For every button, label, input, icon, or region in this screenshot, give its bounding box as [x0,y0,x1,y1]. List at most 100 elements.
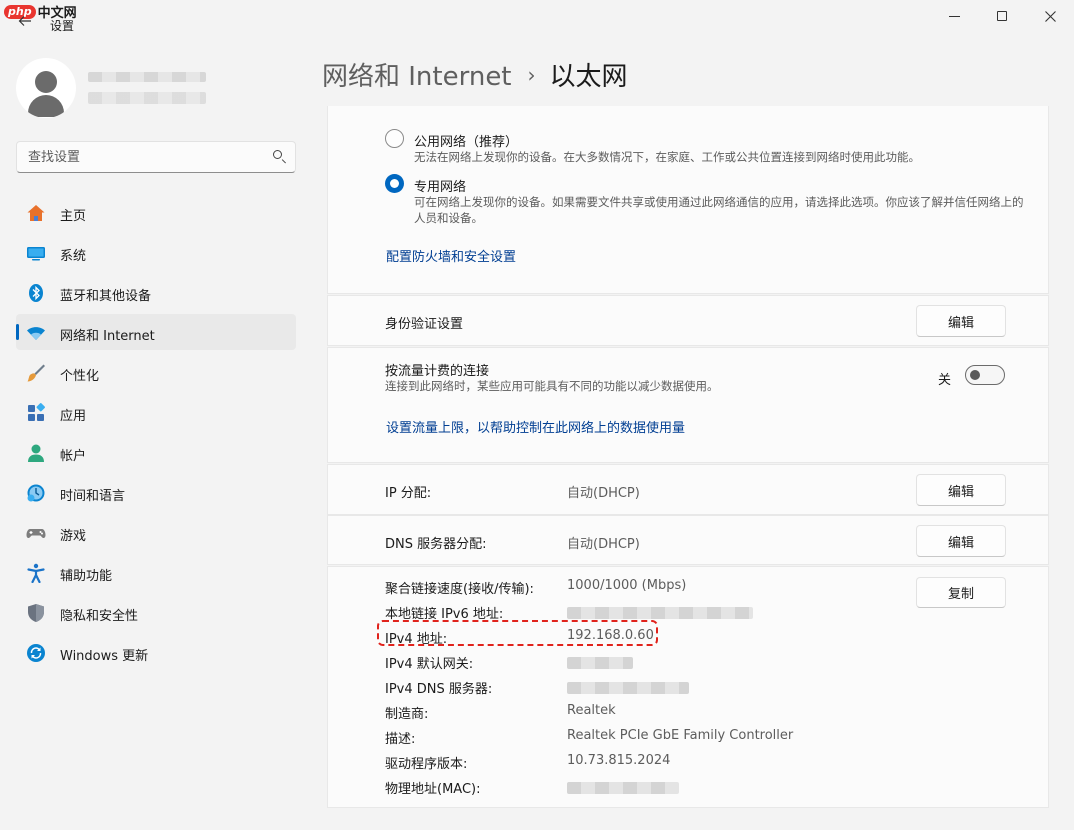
connection-details-card: 复制 聚合链接速度(接收/传输): 1000/1000 (Mbps) 本地链接 … [327,566,1049,808]
search-input[interactable] [28,149,273,165]
sidebar-item-label: 主页 [60,209,87,224]
auth-settings-label: 身份验证设置 [385,317,464,332]
shield-icon [28,604,44,622]
close-icon [1044,10,1056,22]
sidebar-item-time-language[interactable]: 时间和语言 [16,474,296,510]
close-button[interactable] [1026,0,1074,32]
public-network-desc: 无法在网络上发现你的设备。在大多数情况下，在家庭、工作或公共位置连接到网络时使用… [414,150,920,164]
window-controls [930,0,1074,32]
clock-globe-icon [27,484,45,502]
sidebar-item-apps[interactable]: 应用 [16,394,296,430]
ip-edit-button[interactable]: 编辑 [916,474,1006,506]
ip-assignment-card: IP 分配: 自动(DHCP) 编辑 [327,464,1049,515]
public-network-title: 公用网络（推荐） [414,135,519,150]
sidebar-item-label: 隐私和安全性 [60,609,139,624]
gamepad-icon [26,529,46,538]
bluetooth-icon [29,284,43,302]
minimize-button[interactable] [930,0,978,32]
detail-value-description: Realtek PCIe GbE Family Controller [567,728,794,743]
arrow-left-icon [18,16,31,26]
detail-label-link-speed: 聚合链接速度(接收/传输): [385,582,534,597]
dns-assignment-card: DNS 服务器分配: 自动(DHCP) 编辑 [327,515,1049,565]
detail-label-mac: 物理地址(MAC): [385,782,481,797]
private-network-desc: 可在网络上发现你的设备。如果需要文件共享或使用通过此网络通信的应用，请选择此选项… [414,195,1024,225]
detail-value-mac-redacted [567,782,679,794]
sidebar-item-label: Windows 更新 [60,649,149,664]
copy-button[interactable]: 复制 [916,577,1006,608]
maximize-button[interactable] [978,0,1026,32]
apps-icon [28,403,45,421]
public-network-radio[interactable] [385,129,404,148]
metered-connection-toggle[interactable] [965,365,1005,385]
dns-edit-button[interactable]: 编辑 [916,525,1006,557]
brush-icon [27,364,45,382]
sidebar-item-privacy[interactable]: 隐私和安全性 [16,594,296,630]
sidebar-item-label: 个性化 [60,369,100,384]
ip-assignment-label: IP 分配: [385,486,432,501]
settings-search[interactable] [16,141,296,173]
sidebar-item-gaming[interactable]: 游戏 [16,514,296,550]
auth-edit-button[interactable]: 编辑 [916,305,1006,337]
detail-value-manufacturer: Realtek [567,703,616,718]
user-name-redacted [88,72,206,82]
detail-label-dns-servers: IPv4 DNS 服务器: [385,682,493,697]
sidebar-item-label: 网络和 Internet [60,329,155,344]
detail-value-ipv6-redacted [567,607,753,619]
sidebar-item-home[interactable]: 主页 [16,194,296,230]
sidebar-item-system[interactable]: 系统 [16,234,296,270]
account-icon [28,444,44,462]
private-network-title: 专用网络 [414,180,467,195]
update-icon [27,644,45,662]
sidebar-item-personalization[interactable]: 个性化 [16,354,296,390]
sidebar-item-label: 游戏 [60,529,87,544]
detail-value-dns-redacted [567,682,689,694]
sidebar-item-bluetooth[interactable]: 蓝牙和其他设备 [16,274,296,310]
network-profile-card: 公用网络（推荐） 无法在网络上发现你的设备。在大多数情况下，在家庭、工作或公共位… [327,106,1049,294]
breadcrumb-parent[interactable]: 网络和 Internet [322,56,512,93]
detail-value-link-speed: 1000/1000 (Mbps) [567,578,687,593]
avatar[interactable] [16,58,76,118]
minimize-icon [948,15,960,17]
sidebar-item-label: 系统 [60,249,87,264]
metered-toggle-state: 关 [938,373,952,388]
home-icon [27,205,45,221]
data-limit-link[interactable]: 设置流量上限，以帮助控制在此网络上的数据使用量 [386,417,685,436]
wifi-icon [27,327,45,340]
toggle-knob [970,370,980,380]
search-icon[interactable] [273,150,287,164]
sidebar-item-accessibility[interactable]: 辅助功能 [16,554,296,590]
authentication-settings-card: 身份验证设置 编辑 [327,295,1049,346]
breadcrumb-separator: › [527,62,536,87]
page-title: 以太网 [549,62,628,92]
system-icon [27,247,45,261]
sidebar-item-label: 帐户 [60,449,87,464]
dns-assignment-value: 自动(DHCP) [567,537,640,552]
sidebar-item-network[interactable]: 网络和 Internet [16,314,296,350]
app-title: 设置 [50,19,75,33]
accessibility-icon [27,563,45,583]
sidebar-item-label: 蓝牙和其他设备 [60,289,152,304]
sidebar-item-accounts[interactable]: 帐户 [16,434,296,470]
user-email-redacted [88,92,206,104]
detail-value-gateway-redacted [567,657,633,669]
metered-connection-label: 按流量计费的连接 [385,364,490,379]
maximize-icon [997,11,1007,21]
sidebar-item-windows-update[interactable]: Windows 更新 [16,634,296,670]
sidebar-item-label: 时间和语言 [60,489,126,504]
detail-label-gateway: IPv4 默认网关: [385,657,474,672]
private-network-radio[interactable] [385,174,404,193]
detail-label-manufacturer: 制造商: [385,707,429,722]
dns-assignment-label: DNS 服务器分配: [385,537,487,552]
avatar-head [35,71,57,93]
sidebar-item-label: 辅助功能 [60,569,113,584]
avatar-body [28,95,64,117]
ipv4-highlight-annotation [377,620,658,646]
ip-assignment-value: 自动(DHCP) [567,486,640,501]
sidebar-nav: 主页 系统 蓝牙和其他设备 网络和 Internet 个性化 应用 帐户 时间和… [16,194,296,674]
sidebar-item-label: 应用 [60,409,87,424]
breadcrumb: 网络和 Internet › 以太网 [322,56,628,93]
back-button[interactable] [16,14,34,32]
ethernet-settings-panel: 公用网络（推荐） 无法在网络上发现你的设备。在大多数情况下，在家庭、工作或公共位… [327,106,1049,808]
firewall-settings-link[interactable]: 配置防火墙和安全设置 [386,246,516,265]
detail-label-driver-version: 驱动程序版本: [385,757,468,772]
